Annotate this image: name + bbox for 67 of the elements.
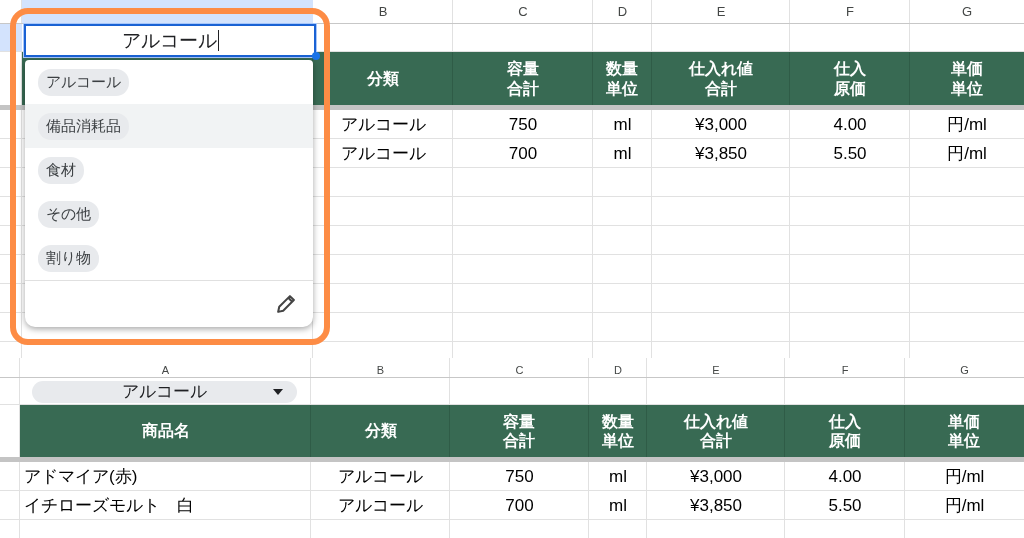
cell-editor[interactable]: アルコール [24,24,316,57]
table-cell-text: 4.00 [832,113,868,136]
table-cell-text: アルコール [339,114,427,136]
table-cell-text: ¥3,850 [689,494,743,517]
table-cell-text: ml [612,142,633,165]
caret-icon [273,388,283,395]
table-cell-text: ml [608,465,628,488]
column-header[interactable]: F [790,0,910,23]
column-heading: 仕入原価 [827,411,862,451]
table-cell-text: アルコール [337,495,424,517]
column-heading: 単価単位 [947,411,982,451]
column-heading: 数量単位 [601,411,635,451]
dropdown-option[interactable]: 備品消耗品 [25,104,313,148]
column-heading: 容量合計 [502,411,537,451]
option-chip: 割り物 [38,244,99,272]
dropdown-option[interactable]: その他 [25,192,313,236]
handle-dot-icon[interactable] [312,52,320,60]
option-chip: 備品消耗品 [38,112,129,140]
table-cell-text: 750 [504,465,535,488]
column-header[interactable]: E [652,0,790,23]
dropdown-option[interactable]: アルコール [25,60,313,104]
table-cell-text: 円/ml [943,466,986,488]
dropdown-chip[interactable]: アルコール [32,380,297,403]
table-cell-text: アドマイア(赤) [23,466,139,488]
table-cell-text: アルコール [339,143,427,165]
column-header[interactable]: B [311,358,450,377]
column-header[interactable]: C [450,358,589,377]
table-cell-text: 円/ml [946,143,988,165]
table-cell-text: 4.00 [827,465,863,488]
option-chip: 食材 [38,156,84,184]
option-chip: アルコール [38,68,129,96]
column-heading: 分類 [367,68,399,89]
column-heading: 単価単位 [950,59,984,98]
column-header[interactable]: D [593,0,652,23]
column-heading: 仕入れ値合計 [687,59,754,98]
option-chip: その他 [38,200,99,228]
table-cell-text: ¥3,850 [694,142,748,165]
dropdown-option[interactable]: 割り物 [25,236,313,280]
column-header[interactable]: B [313,0,453,23]
column-header[interactable]: G [910,0,1024,23]
column-header[interactable]: D [589,358,647,377]
column-header[interactable]: F [785,358,905,377]
table-cell-text: アルコール [337,466,424,488]
dropdown-option[interactable]: 食材 [25,148,313,192]
column-header[interactable]: E [647,358,785,377]
table-cell-text: 750 [507,113,539,136]
table-cell-text: ml [608,494,628,517]
table-cell-text: 円/ml [943,495,986,517]
column-heading: 容量合計 [506,59,540,98]
table-cell-text: 5.50 [827,494,863,517]
table-cell-text: イチローズモルト 白 [23,495,195,517]
table-cell-text: 700 [507,142,539,165]
column-header[interactable]: G [905,358,1024,377]
column-header[interactable]: A [20,358,311,377]
pencil-icon[interactable] [277,295,295,313]
column-heading: 数量単位 [605,59,640,98]
table-cell-text: ¥3,000 [689,465,743,488]
table-cell-text: 円/ml [946,114,988,136]
column-header[interactable]: C [453,0,593,23]
table-cell-text: ml [612,113,633,136]
table-cell-text: ¥3,000 [694,113,748,136]
column-heading: 仕入原価 [832,59,867,98]
table-cell-text: 5.50 [832,142,868,165]
column-heading: 仕入れ値合計 [682,411,749,451]
column-heading: 商品名 [141,421,190,441]
table-cell-text: 700 [504,494,535,517]
column-heading: 分類 [364,421,397,441]
